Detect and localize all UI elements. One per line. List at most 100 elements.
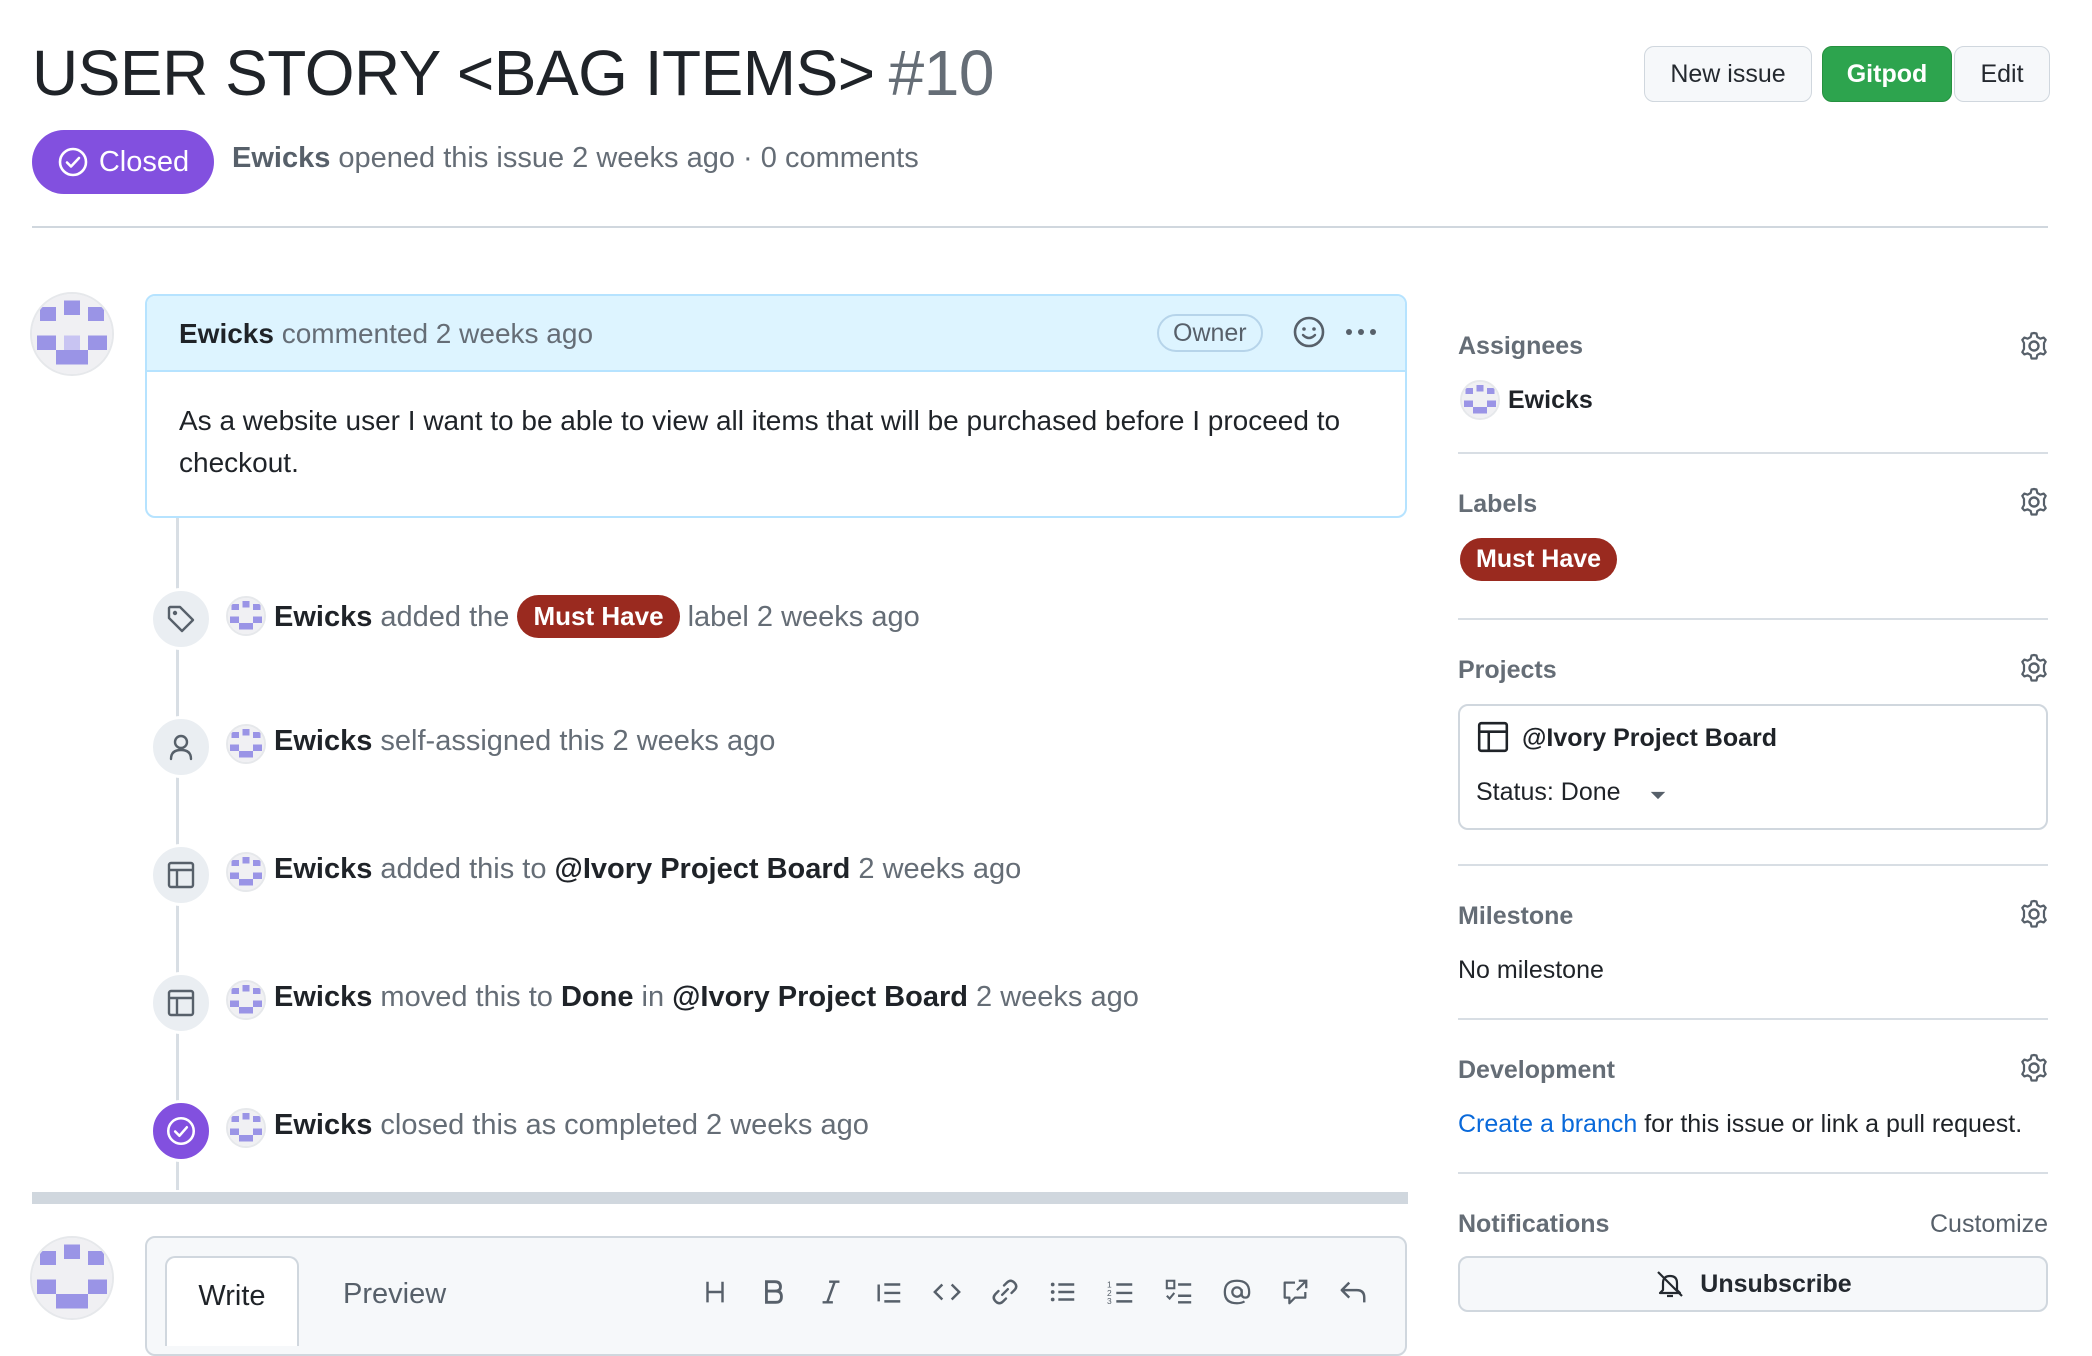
event-actor[interactable]: Ewicks (274, 1109, 372, 1141)
project-table-icon (150, 972, 212, 1034)
project-board-link[interactable]: @Ivory Project Board (1522, 724, 1777, 753)
unsubscribe-button[interactable]: Unsubscribe (1458, 1256, 2048, 1312)
timeline-event-project-moved: Ewicks moved this to Done in @Ivory Proj… (274, 981, 1139, 1014)
person-icon (150, 716, 212, 778)
avatar[interactable] (30, 1236, 114, 1320)
event-text: 2 weeks ago (858, 853, 1022, 885)
sidebar-divider (1458, 1018, 2048, 1020)
development-text: Create a branch for this issue or link a… (1458, 1110, 2022, 1139)
comment-author-link[interactable]: Ewicks (179, 318, 274, 349)
event-actor[interactable]: Ewicks (274, 981, 372, 1013)
gear-icon[interactable] (2018, 898, 2050, 930)
milestone-value: No milestone (1458, 956, 1604, 984)
owner-badge: Owner (1157, 314, 1263, 352)
event-actor[interactable]: Ewicks (274, 725, 372, 757)
link-icon[interactable] (989, 1276, 1021, 1308)
avatar[interactable] (226, 1108, 266, 1148)
project-status-text: Status: Done (1476, 778, 1621, 806)
cross-reference-icon[interactable] (1279, 1276, 1311, 1308)
check-circle-icon (57, 146, 89, 178)
customize-link[interactable]: Customize (1930, 1210, 2048, 1239)
task-list-icon[interactable] (1163, 1276, 1195, 1308)
project-status[interactable]: Status: Done (1476, 778, 1667, 808)
label-badge[interactable]: Must Have (1460, 538, 1618, 581)
edit-button[interactable]: Edit (1954, 46, 2050, 102)
smiley-icon[interactable] (1291, 314, 1327, 350)
label-badge[interactable]: Must Have (517, 595, 680, 638)
tab-write[interactable]: Write (165, 1256, 299, 1346)
event-actor[interactable]: Ewicks (274, 853, 372, 885)
tab-preview[interactable]: Preview (343, 1278, 446, 1311)
event-text: moved this to (380, 981, 553, 1013)
quote-icon[interactable] (873, 1276, 905, 1308)
issue-number: #10 (888, 37, 995, 109)
gear-icon[interactable] (2018, 330, 2050, 362)
gear-icon[interactable] (2018, 1052, 2050, 1084)
kebab-menu-icon[interactable] (1341, 318, 1381, 346)
reply-icon[interactable] (1337, 1276, 1369, 1308)
event-text: added this to (380, 853, 547, 885)
comment-action[interactable]: commented 2 weeks ago (282, 318, 593, 349)
event-actor[interactable]: Ewicks (274, 601, 372, 633)
project-table-icon (150, 844, 212, 906)
new-issue-button[interactable]: New issue (1644, 46, 1812, 102)
event-text: in (641, 981, 665, 1013)
avatar[interactable] (226, 596, 266, 636)
header-divider (32, 226, 2048, 228)
gitpod-button[interactable]: Gitpod (1822, 46, 1952, 102)
comment-editor: Write Preview 123 (145, 1236, 1407, 1356)
development-heading: Development (1458, 1056, 1615, 1084)
projects-heading: Projects (1458, 656, 1557, 684)
labels-heading: Labels (1458, 490, 1538, 518)
create-branch-link[interactable]: Create a branch (1458, 1110, 1637, 1138)
development-suffix: for this issue or link a pull request. (1644, 1110, 2023, 1138)
avatar[interactable] (226, 852, 266, 892)
avatar[interactable] (1460, 380, 1500, 420)
avatar[interactable] (226, 724, 266, 764)
assignees-heading: Assignees (1458, 332, 1584, 360)
sidebar-divider (1458, 1172, 2048, 1174)
status-badge: Closed (32, 130, 214, 194)
avatar[interactable] (30, 292, 114, 376)
italic-icon[interactable] (815, 1276, 847, 1308)
heading-icon[interactable] (699, 1276, 731, 1308)
gear-icon[interactable] (2018, 652, 2050, 684)
project-table-icon (1476, 720, 1510, 754)
sidebar-divider (1458, 452, 2048, 454)
event-text: closed this as completed 2 weeks ago (380, 1109, 869, 1141)
project-status: Done (560, 981, 634, 1013)
milestone-heading: Milestone (1458, 902, 1574, 930)
timeline-event-label: Ewicks added the Must Have label 2 weeks… (274, 595, 920, 640)
bold-icon[interactable] (757, 1276, 789, 1308)
comment-header: Ewicks commented 2 weeks ago Owner (147, 296, 1405, 372)
project-link[interactable]: @Ivory Project Board (672, 981, 968, 1013)
comment-body: As a website user I want to be able to v… (179, 405, 1341, 478)
assignee-name[interactable]: Ewicks (1508, 386, 1593, 415)
mention-icon[interactable] (1221, 1276, 1253, 1308)
comment-box: Ewicks commented 2 weeks ago Owner As a … (145, 294, 1407, 518)
comment-meta: Ewicks commented 2 weeks ago (179, 318, 593, 350)
event-text: 2 weeks ago (976, 981, 1139, 1013)
event-text: self-assigned this 2 weeks ago (380, 725, 776, 757)
notifications-heading: Notifications (1458, 1210, 1610, 1238)
event-text: added the (380, 601, 510, 634)
project-link[interactable]: @Ivory Project Board (555, 853, 851, 885)
bulleted-list-icon[interactable] (1047, 1276, 1079, 1308)
gear-icon[interactable] (2018, 486, 2050, 518)
sidebar-divider (1458, 864, 2048, 866)
check-circle-icon (150, 1100, 212, 1162)
avatar[interactable] (226, 980, 266, 1020)
project-card: @Ivory Project Board Status: Done (1458, 704, 2048, 830)
timeline-event-project-added: Ewicks added this to @Ivory Project Boar… (274, 853, 1021, 886)
unsubscribe-label: Unsubscribe (1700, 1269, 1852, 1298)
sidebar-divider (1458, 618, 2048, 620)
status-badge-label: Closed (98, 145, 190, 178)
issue-meta: Ewicks opened this issue 2 weeks ago · 0… (232, 142, 919, 175)
numbered-list-icon[interactable]: 123 (1105, 1276, 1137, 1308)
issue-title-text: USER STORY <BAG ITEMS> (32, 37, 875, 109)
code-icon[interactable] (931, 1276, 963, 1308)
issue-meta-text: opened this issue 2 weeks ago · 0 commen… (338, 142, 919, 174)
issue-author-link[interactable]: Ewicks (232, 142, 330, 174)
timeline-end-divider (32, 1192, 1408, 1204)
timeline-event-closed: Ewicks closed this as completed 2 weeks … (274, 1109, 869, 1142)
